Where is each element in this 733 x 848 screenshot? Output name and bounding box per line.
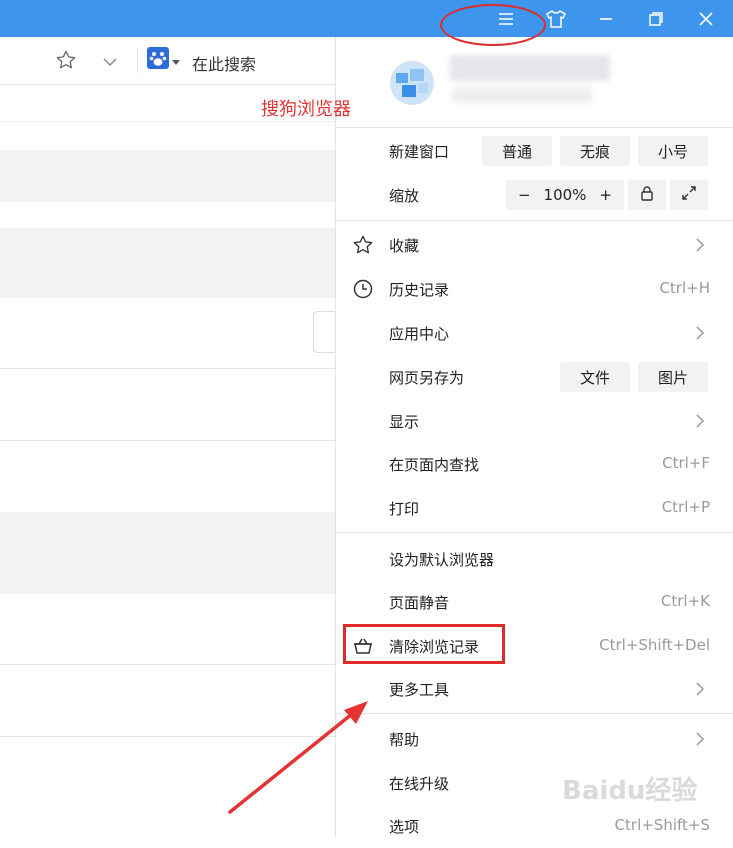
- star-outline-icon: [352, 234, 374, 256]
- menu-item-help[interactable]: 帮助: [336, 717, 733, 761]
- annotation-ellipse: [440, 4, 546, 46]
- chevron-right-icon: [696, 237, 705, 256]
- menu-divider: [336, 220, 733, 221]
- options-label: 选项: [389, 818, 420, 836]
- menu-item-history[interactable]: 历史记录 Ctrl+H: [336, 267, 733, 311]
- address-toolbar: 在此搜索: [0, 37, 335, 85]
- watermark: Baidu经验: [562, 776, 698, 806]
- app-center-label: 应用中心: [389, 325, 450, 343]
- set-default-label: 设为默认浏览器: [389, 551, 495, 569]
- save-as-image-button[interactable]: 图片: [638, 362, 708, 392]
- find-label: 在页面内查找: [389, 456, 480, 474]
- content-divider: [0, 440, 335, 441]
- username-blurred: [450, 55, 610, 81]
- find-shortcut: Ctrl+F: [662, 454, 710, 472]
- content-divider: [0, 736, 335, 737]
- search-placeholder[interactable]: 在此搜索: [192, 51, 256, 75]
- help-label: 帮助: [389, 731, 420, 749]
- menu-divider: [336, 127, 733, 128]
- chevron-right-icon: [696, 325, 705, 344]
- mute-shortcut: Ctrl+K: [660, 592, 710, 610]
- menu-item-zoom: 缩放 − 100% +: [336, 173, 733, 217]
- content-divider: [0, 368, 335, 369]
- options-shortcut: Ctrl+Shift+S: [614, 816, 710, 834]
- zoom-control: − 100% +: [506, 180, 624, 210]
- history-label: 历史记录: [389, 281, 450, 299]
- upgrade-label: 在线升级: [389, 775, 450, 793]
- close-icon[interactable]: [686, 0, 726, 37]
- content-input-edge: [313, 311, 335, 353]
- zoom-out-button[interactable]: −: [518, 186, 531, 204]
- avatar[interactable]: [388, 59, 436, 107]
- chevron-right-icon: [696, 413, 705, 432]
- new-window-small-button[interactable]: 小号: [638, 136, 708, 166]
- zoom-label: 缩放: [389, 187, 420, 205]
- menu-divider: [336, 532, 733, 533]
- chevron-right-icon: [696, 681, 705, 700]
- new-window-incognito-button[interactable]: 无痕: [560, 136, 630, 166]
- new-window-normal-button[interactable]: 普通: [482, 136, 552, 166]
- content-band: [0, 150, 335, 202]
- content-divider: [0, 664, 335, 665]
- user-profile[interactable]: [336, 37, 733, 127]
- favorites-label: 收藏: [389, 237, 420, 255]
- user-info-blurred: [452, 87, 592, 103]
- lock-icon: [640, 185, 654, 205]
- browser-main-menu: 新建窗口 普通 无痕 小号 缩放 − 100% + 收藏 历史记录 Ctrl+H…: [335, 37, 733, 837]
- menu-item-favorites[interactable]: 收藏: [336, 223, 733, 267]
- print-label: 打印: [389, 500, 420, 518]
- restore-icon[interactable]: [636, 0, 676, 37]
- fullscreen-icon: [681, 185, 697, 205]
- lock-zoom-button[interactable]: [628, 180, 666, 210]
- history-shortcut: Ctrl+H: [659, 279, 710, 297]
- more-tools-label: 更多工具: [389, 681, 450, 699]
- mute-label: 页面静音: [389, 594, 450, 612]
- caret-down-icon: [172, 51, 180, 70]
- save-as-file-button[interactable]: 文件: [560, 362, 630, 392]
- search-engine-selector[interactable]: [147, 47, 180, 73]
- clear-history-shortcut: Ctrl+Shift+Del: [599, 636, 710, 654]
- annotation-highlight-box: [343, 624, 505, 664]
- page-content: [0, 86, 335, 837]
- minimize-icon[interactable]: [586, 0, 626, 37]
- menu-item-app-center[interactable]: 应用中心: [336, 311, 733, 355]
- menu-divider: [336, 713, 733, 714]
- annotation-note: 搜狗浏览器: [261, 99, 351, 120]
- menu-item-set-default[interactable]: 设为默认浏览器: [336, 537, 733, 581]
- chevron-right-icon: [696, 731, 705, 750]
- print-shortcut: Ctrl+P: [661, 498, 710, 516]
- menu-item-save-page: 网页另存为 文件 图片: [336, 355, 733, 399]
- zoom-level: 100%: [543, 186, 587, 204]
- menu-item-print[interactable]: 打印 Ctrl+P: [336, 486, 733, 530]
- baidu-paw-icon: [147, 47, 169, 73]
- toolbar-separator: [137, 49, 138, 73]
- content-band: [0, 512, 335, 594]
- chevron-down-icon[interactable]: [102, 53, 118, 72]
- title-bar: [0, 0, 733, 37]
- star-icon[interactable]: [55, 49, 77, 75]
- content-band: [0, 228, 335, 298]
- menu-item-more-tools[interactable]: 更多工具: [336, 667, 733, 711]
- menu-item-mute[interactable]: 页面静音 Ctrl+K: [336, 580, 733, 624]
- save-page-label: 网页另存为: [389, 369, 465, 387]
- zoom-in-button[interactable]: +: [599, 186, 612, 204]
- menu-item-find[interactable]: 在页面内查找 Ctrl+F: [336, 442, 733, 486]
- menu-item-new-window: 新建窗口 普通 无痕 小号: [336, 129, 733, 173]
- display-label: 显示: [389, 413, 420, 431]
- menu-item-options[interactable]: 选项 Ctrl+Shift+S: [336, 804, 733, 848]
- clock-icon: [352, 278, 374, 300]
- fullscreen-button[interactable]: [670, 180, 708, 210]
- new-window-label: 新建窗口: [389, 143, 450, 161]
- menu-item-display[interactable]: 显示: [336, 399, 733, 443]
